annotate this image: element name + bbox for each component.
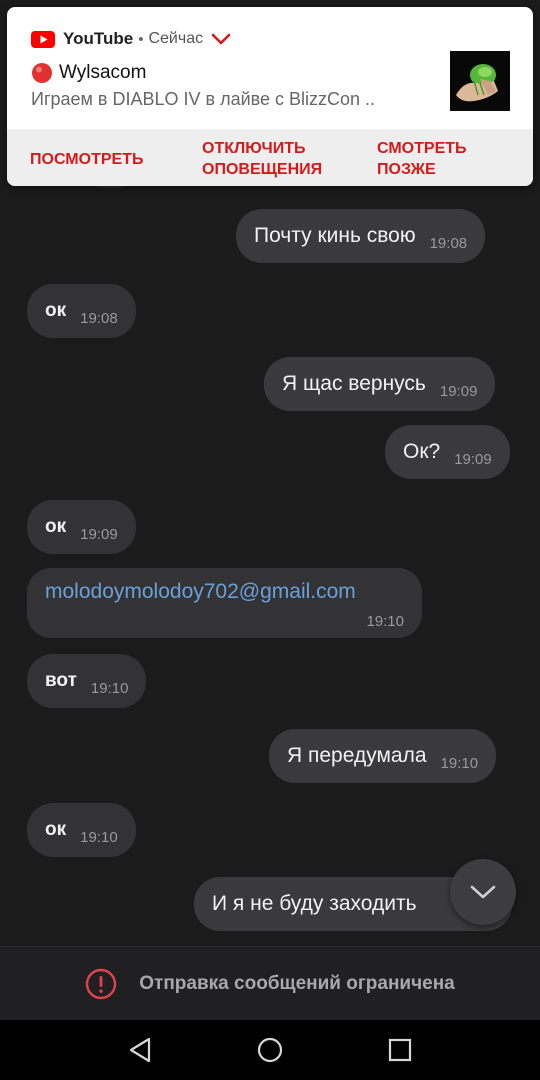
alert-circle-icon bbox=[86, 968, 117, 999]
message-time: 19:10 bbox=[440, 754, 479, 772]
message-text: ок bbox=[45, 819, 67, 840]
system-navigation-bar bbox=[0, 1020, 540, 1080]
disable-label-line2: ОПОВЕЩЕНИЯ bbox=[202, 161, 323, 178]
youtube-notification[interactable]: YouTube • Сейчас Wylsacom Играем в DIABL… bbox=[7, 7, 533, 186]
message-time: 19:10 bbox=[90, 679, 129, 697]
watch-later-button[interactable]: СМОТРЕТЬ ПОЗЖЕ bbox=[377, 138, 467, 180]
message-text: вот bbox=[45, 670, 77, 691]
notification-header: YouTube • Сейчас bbox=[31, 29, 232, 49]
message-bubble-incoming-email[interactable]: molodoymolodoy702@gmail.com 19:10 bbox=[27, 568, 422, 638]
back-icon bbox=[129, 1037, 151, 1063]
email-link[interactable]: molodoymolodoy702@gmail.com bbox=[45, 580, 404, 604]
message-bubble-incoming[interactable]: ок 19:08 bbox=[27, 284, 136, 338]
messaging-restricted-bar: Отправка сообщений ограничена bbox=[0, 946, 540, 1020]
message-time: 19:09 bbox=[454, 450, 492, 468]
watch-button[interactable]: ПОСМОТРЕТЬ bbox=[30, 149, 143, 170]
message-time: 19:10 bbox=[80, 828, 118, 846]
message-text: ок bbox=[45, 516, 67, 537]
message-text: И я не буду заходить bbox=[212, 892, 417, 915]
notification-actions: ПОСМОТРЕТЬ ОТКЛЮЧИТЬ ОПОВЕЩЕНИЯ СМОТРЕТЬ… bbox=[7, 129, 533, 186]
message-bubble-outgoing[interactable]: Почту кинь свою 19:08 bbox=[236, 209, 486, 263]
message-bubble-outgoing[interactable]: Я щас вернусь 19:09 bbox=[264, 357, 496, 411]
notification-title: Wylsacom bbox=[31, 62, 146, 84]
restriction-text: Отправка сообщений ограничена bbox=[139, 972, 455, 994]
notification-body: Играем в DIABLO IV в лайве с BlizzCon .. bbox=[31, 89, 376, 109]
nav-recents-button[interactable] bbox=[380, 1030, 420, 1070]
message-time: 19:09 bbox=[80, 525, 118, 543]
later-label-line2: ПОЗЖЕ bbox=[377, 161, 436, 178]
disable-notifications-button[interactable]: ОТКЛЮЧИТЬ ОПОВЕЩЕНИЯ bbox=[202, 138, 322, 180]
notification-app-name: YouTube bbox=[63, 29, 134, 48]
scroll-to-bottom-button[interactable] bbox=[450, 859, 516, 925]
later-label-line1: СМОТРЕТЬ bbox=[377, 140, 467, 157]
message-bubble-outgoing[interactable]: Я передумала 19:10 bbox=[269, 729, 497, 783]
chevron-down-icon bbox=[470, 885, 496, 899]
recents-icon bbox=[388, 1038, 412, 1062]
message-time: 19:08 bbox=[429, 234, 468, 252]
channel-name: Wylsacom bbox=[59, 62, 147, 83]
message-time: 19:10 bbox=[366, 613, 404, 630]
message-bubble-incoming[interactable]: ок 19:10 bbox=[27, 803, 136, 857]
message-text: Ок? bbox=[403, 440, 441, 463]
nav-back-button[interactable] bbox=[120, 1030, 160, 1070]
youtube-logo-icon bbox=[31, 30, 55, 48]
message-text: Почту кинь свою bbox=[254, 224, 416, 247]
message-bubble-incoming[interactable]: вот 19:10 bbox=[27, 654, 147, 708]
message-text: Я щас вернусь bbox=[282, 372, 426, 395]
home-icon bbox=[257, 1037, 283, 1063]
notification-time: Сейчас bbox=[148, 30, 204, 47]
chevron-down-icon[interactable] bbox=[210, 32, 232, 46]
message-bubble-incoming[interactable]: ок 19:09 bbox=[27, 500, 136, 554]
message-time: 19:09 bbox=[439, 382, 478, 400]
message-bubble-outgoing[interactable]: Ок? 19:09 bbox=[385, 425, 510, 479]
live-dot-icon bbox=[32, 63, 52, 83]
separator-dot: • bbox=[138, 30, 144, 48]
message-text: ок bbox=[45, 300, 67, 321]
nav-home-button[interactable] bbox=[250, 1030, 290, 1070]
message-time: 19:08 bbox=[80, 309, 118, 327]
message-text: Я передумала bbox=[287, 744, 427, 767]
disable-label-line1: ОТКЛЮЧИТЬ bbox=[202, 140, 306, 157]
video-thumbnail bbox=[450, 51, 510, 111]
